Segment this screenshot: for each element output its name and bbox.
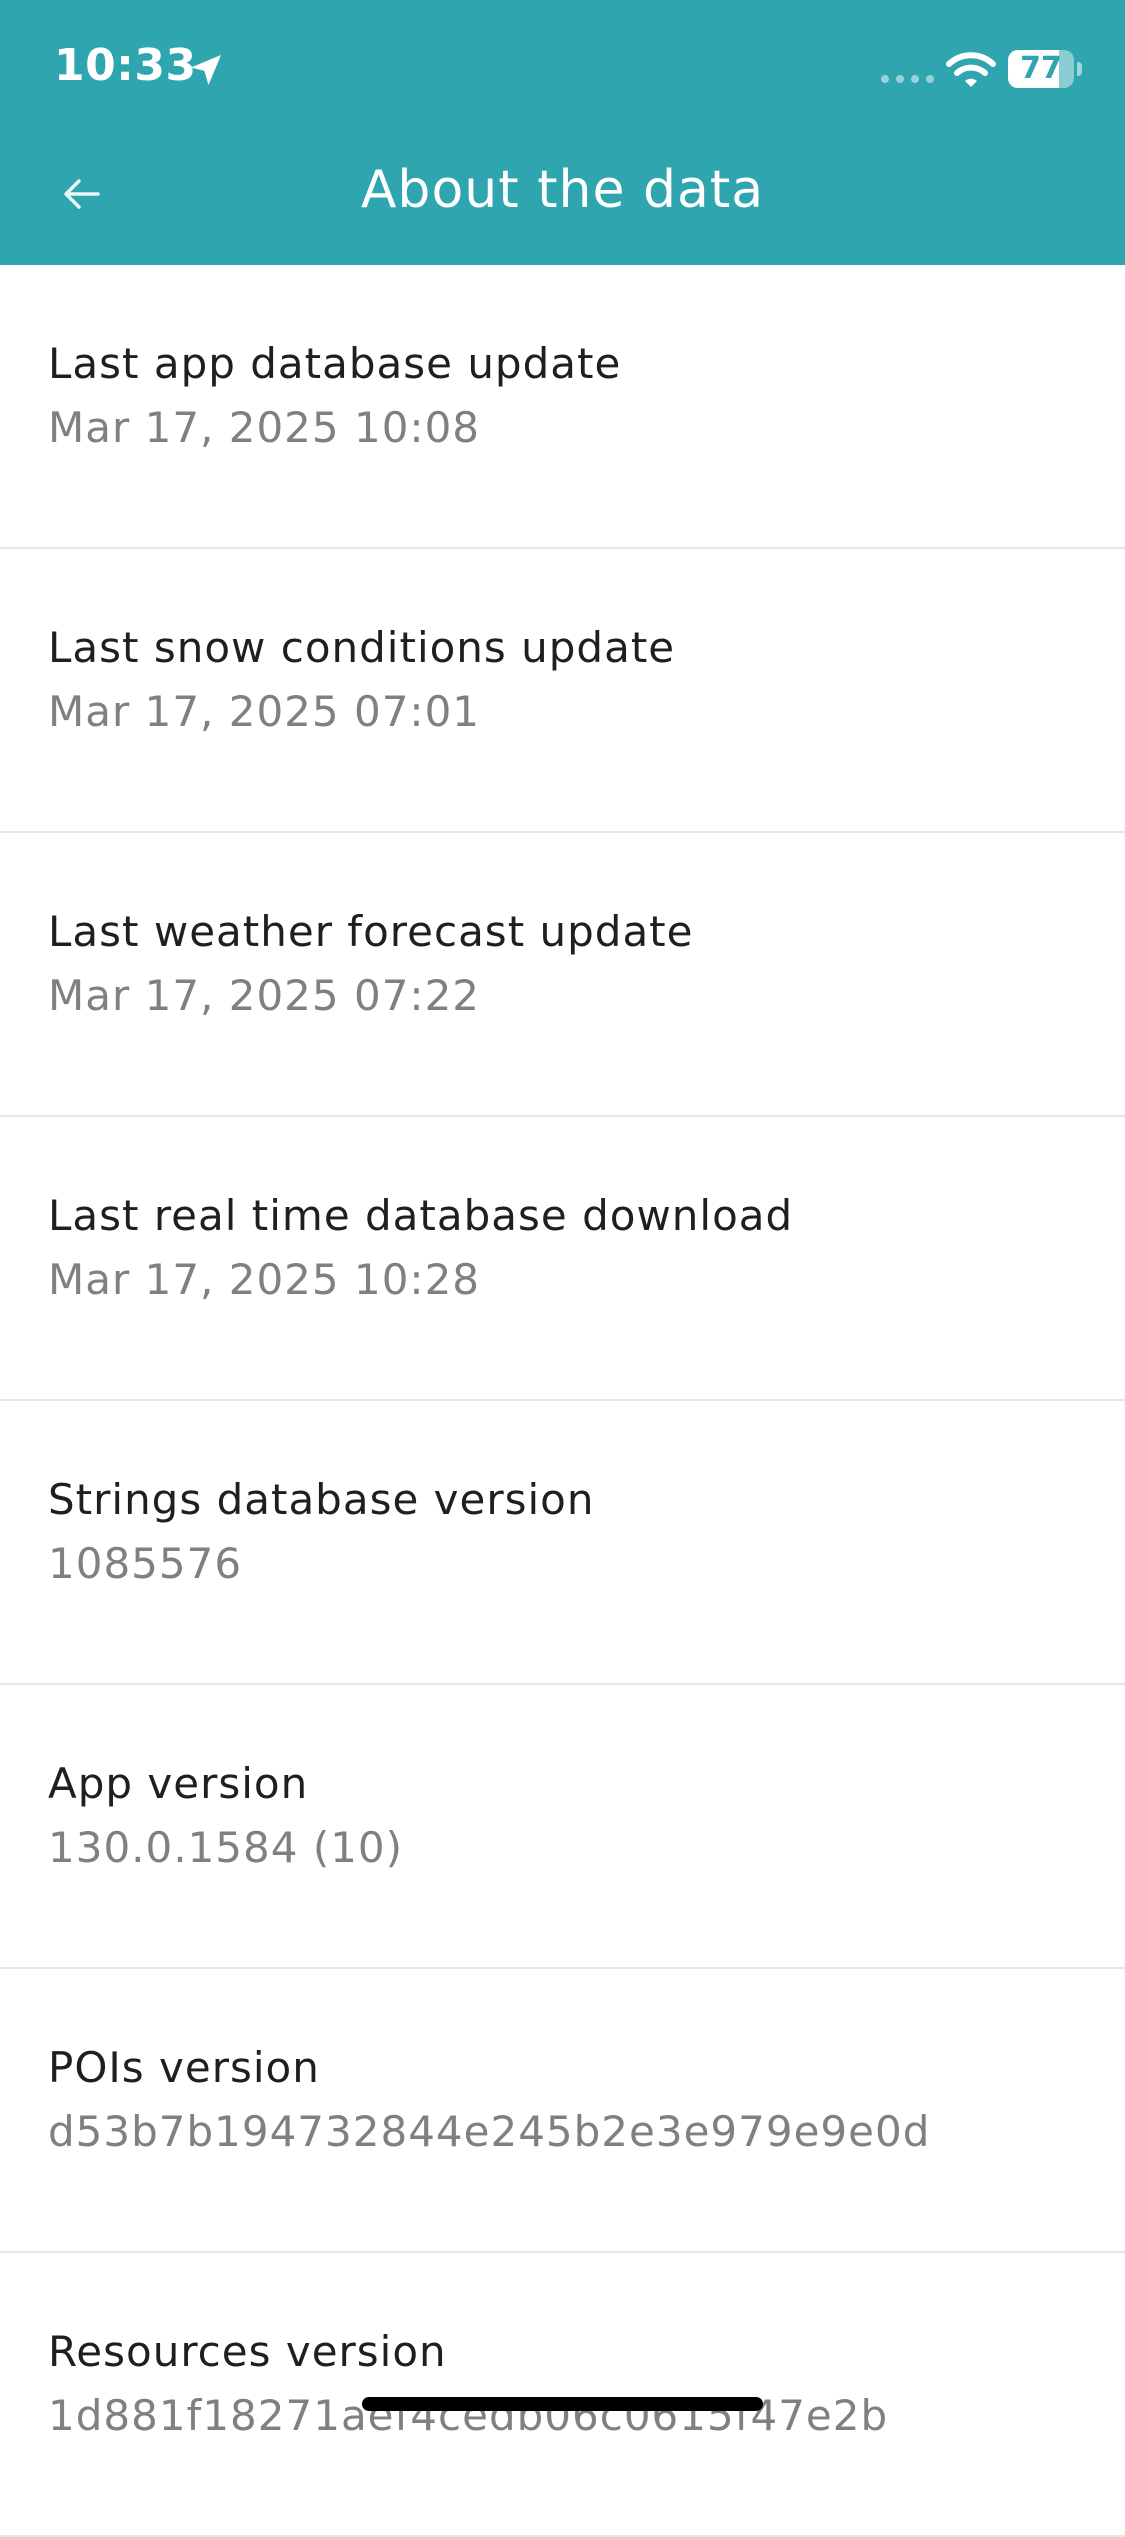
status-time: 10:33 <box>54 40 197 91</box>
list-item-snow-conditions-update: Last snow conditions update Mar 17, 2025… <box>0 549 1125 833</box>
home-indicator[interactable] <box>362 2397 763 2411</box>
item-value: Mar 17, 2025 10:08 <box>48 403 481 452</box>
list-item-strings-database-version: Strings database version 1085576 <box>0 1401 1125 1685</box>
item-value: 1085576 <box>48 1539 243 1588</box>
about-data-list: Last app database update Mar 17, 2025 10… <box>0 265 1125 2537</box>
list-item-weather-forecast-update: Last weather forecast update Mar 17, 202… <box>0 833 1125 1117</box>
item-title: Last snow conditions update <box>48 623 676 672</box>
item-title: Last app database update <box>48 339 622 388</box>
list-item-app-database-update: Last app database update Mar 17, 2025 10… <box>0 265 1125 549</box>
item-title: Resources version <box>48 2327 447 2376</box>
battery-percentage: 77 <box>1020 51 1062 86</box>
item-value: 130.0.1584 (10) <box>48 1823 404 1872</box>
item-value: Mar 17, 2025 07:22 <box>48 971 481 1020</box>
location-arrow-icon <box>191 55 221 85</box>
cellular-signal-icon <box>881 75 934 83</box>
battery-indicator: 77 <box>1008 50 1082 88</box>
item-value: d53b7b194732844e245b2e3e979e9e0d <box>48 2107 931 2156</box>
app-header: 10:33 77 About the data <box>0 0 1125 265</box>
list-item-real-time-database-download: Last real time database download Mar 17,… <box>0 1117 1125 1401</box>
list-item-app-version: App version 130.0.1584 (10) <box>0 1685 1125 1969</box>
list-item-pois-version: POIs version d53b7b194732844e245b2e3e979… <box>0 1969 1125 2253</box>
battery-body: 77 <box>1008 50 1074 88</box>
wifi-icon <box>946 52 996 87</box>
item-title: POIs version <box>48 2043 320 2092</box>
item-title: App version <box>48 1759 309 1808</box>
item-value: Mar 17, 2025 10:28 <box>48 1255 481 1304</box>
item-title: Last real time database download <box>48 1191 794 1240</box>
list-item-resources-version: Resources version 1d881f18271aef4cedb06c… <box>0 2253 1125 2537</box>
item-title: Strings database version <box>48 1475 595 1524</box>
item-title: Last weather forecast update <box>48 907 694 956</box>
page-title: About the data <box>360 160 765 220</box>
battery-cap <box>1077 62 1082 76</box>
item-value: Mar 17, 2025 07:01 <box>48 687 481 736</box>
